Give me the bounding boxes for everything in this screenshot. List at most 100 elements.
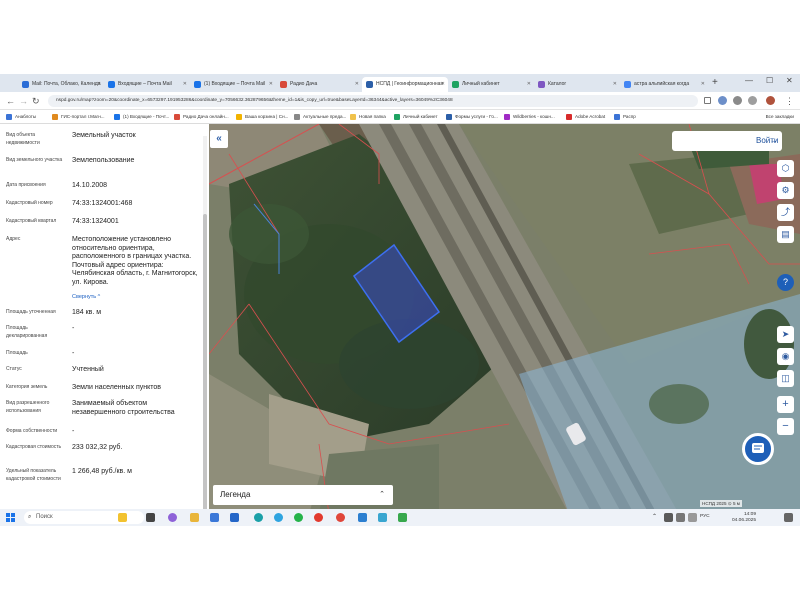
downloads-icon[interactable] [733,96,742,105]
chat-button[interactable] [742,433,774,465]
tools-icon[interactable]: ⚙ [777,182,794,199]
tab-label: Каталог [548,81,567,87]
store-icon[interactable] [210,513,219,522]
tray-chevron-icon[interactable]: ⌃ [652,513,661,522]
close-icon[interactable]: ✕ [355,77,359,92]
all-bookmarks-link[interactable]: Все закладки [766,113,794,121]
telegram-icon[interactable] [274,513,283,522]
layers-icon[interactable]: ⬡ [777,160,794,177]
bookmark-item[interactable]: Wildberries - кошн... [504,113,555,121]
app-icon[interactable] [378,513,387,522]
bookmark-item[interactable]: Формы услуги - Го... [446,113,498,121]
mail-app-icon[interactable] [230,513,239,522]
share-icon[interactable]: ⤴ [777,204,794,221]
zoom-out-icon[interactable]: − [777,418,794,435]
close-icon[interactable]: ✕ [97,77,101,92]
compass-icon[interactable]: ◉ [777,348,794,365]
browser-tab-active[interactable]: НСПД | Геоинформационная ✕ [362,77,448,92]
tab-favicon-icon [452,81,459,88]
print-icon[interactable]: ▤ [777,226,794,243]
browser-tab[interactable]: Радио Дача ✕ [276,77,362,92]
bookmark-item[interactable]: (1) Входящие - Почт... [114,113,169,121]
task-view-icon[interactable] [146,513,155,522]
legend-label: Легенда [220,490,251,499]
photos-icon[interactable] [358,513,367,522]
volume-icon[interactable] [688,513,697,522]
bookmark-label: Радио Дача онлайн... [183,114,229,119]
tab-label: (1) Входящие – Почта Mail [204,81,266,87]
extensions-puzzle-icon[interactable] [748,96,757,105]
bookmark-item[interactable]: Личный кабинет [394,113,438,121]
url-input[interactable]: nspd.gov.ru/map?zoom=20&coordinate_x=657… [48,95,698,107]
field-label: Кадастровый квартал [6,218,57,224]
browser-tab[interactable]: (1) Входящие – Почта Mail ✕ [190,77,276,92]
geolocate-icon[interactable]: ➤ [777,326,794,343]
maximize-icon[interactable]: ☐ [766,76,773,85]
tab-label: Mail: Почта, Облако, Календа [32,81,101,87]
bookmark-label: ГИС-портал г.Магн... [61,114,105,119]
widgets-icon[interactable] [118,513,127,522]
bookmark-item[interactable]: Ваша корзина | Сн... [236,113,288,121]
close-icon[interactable]: ✕ [527,77,531,92]
tab-favicon-icon [194,81,201,88]
browser-tab[interactable]: астра альпийская когда ✕ [620,77,708,92]
bookmark-item[interactable]: Распр [614,113,636,121]
edge-icon[interactable] [254,513,263,522]
bookmark-item[interactable]: Новая папка [350,113,386,121]
bookmarks-bar: Анаблоты ГИС-портал г.Магн... (1) Входящ… [0,110,800,124]
tab-label: НСПД | Геоинформационная [376,81,444,87]
help-icon[interactable]: ? [777,274,794,291]
menu-icon[interactable]: ⋮ [785,95,794,107]
zoom-in-icon[interactable]: + [777,396,794,413]
login-button[interactable]: Войти → [672,131,782,151]
tab-label: астра альпийская когда [634,81,690,87]
new-tab-button[interactable]: + [712,77,718,89]
login-arrow-icon: → [770,136,778,145]
bookmark-item[interactable]: Радио Дача онлайн... [174,113,229,121]
back-icon[interactable]: ← [6,95,15,107]
file-explorer-icon[interactable] [190,513,199,522]
close-icon[interactable]: ✕ [183,77,187,92]
browser-tab[interactable]: Mail: Почта, Облако, Календа ✕ [18,77,104,92]
game-icon[interactable] [398,513,407,522]
bookmark-star-icon[interactable] [704,97,711,104]
legend-dropdown[interactable]: Легенда ⌃ [213,485,393,505]
tray-app-icon[interactable] [664,513,673,522]
forward-icon[interactable]: → [19,95,28,107]
bookmark-item[interactable]: ГИС-портал г.Магн... [52,113,105,121]
profile-avatar[interactable] [766,96,775,105]
clock[interactable]: 14:09 04.06.2025 [720,512,756,524]
bookmark-icon [614,114,620,120]
yandex-icon[interactable] [314,513,323,522]
bookmark-item[interactable]: Adobe Acrobat [566,113,605,121]
bookmark-label: Wildberries - кошн... [513,114,555,119]
close-window-icon[interactable]: ✕ [786,76,793,85]
notifications-icon[interactable] [784,513,793,522]
panel-scrollbar[interactable] [203,136,207,514]
reload-icon[interactable]: ↻ [32,95,40,107]
close-icon[interactable]: ✕ [441,77,445,92]
close-icon[interactable]: ✕ [613,77,617,92]
ruler-icon[interactable]: ◫ [777,370,794,387]
language-indicator[interactable]: РУС [700,514,710,520]
browser-tab[interactable]: Личный кабинет ✕ [448,77,534,92]
extension-icon[interactable] [718,96,727,105]
browser-tab[interactable]: Каталог ✕ [534,77,620,92]
scrollbar-thumb[interactable] [203,214,207,514]
bookmark-icon [446,114,452,120]
close-icon[interactable]: ✕ [269,77,273,92]
bookmark-item[interactable]: Актуальные преда... [294,113,346,121]
copilot-icon[interactable] [168,513,177,522]
whatsapp-icon[interactable] [294,513,303,522]
network-icon[interactable] [676,513,685,522]
close-icon[interactable]: ✕ [701,77,705,92]
browser-tab[interactable]: Входящие – Почта Mail ✕ [104,77,190,92]
windows-start-icon[interactable] [6,513,15,522]
field-value: Землепользование [72,157,135,164]
collapse-panel-button[interactable]: « [210,130,228,148]
map-view[interactable] [209,124,800,514]
bookmark-item[interactable]: Анаблоты [6,113,36,121]
collapse-link[interactable]: Свернуть ^ [72,293,200,302]
chrome-icon[interactable] [336,513,345,522]
minimize-icon[interactable]: — [745,76,753,85]
